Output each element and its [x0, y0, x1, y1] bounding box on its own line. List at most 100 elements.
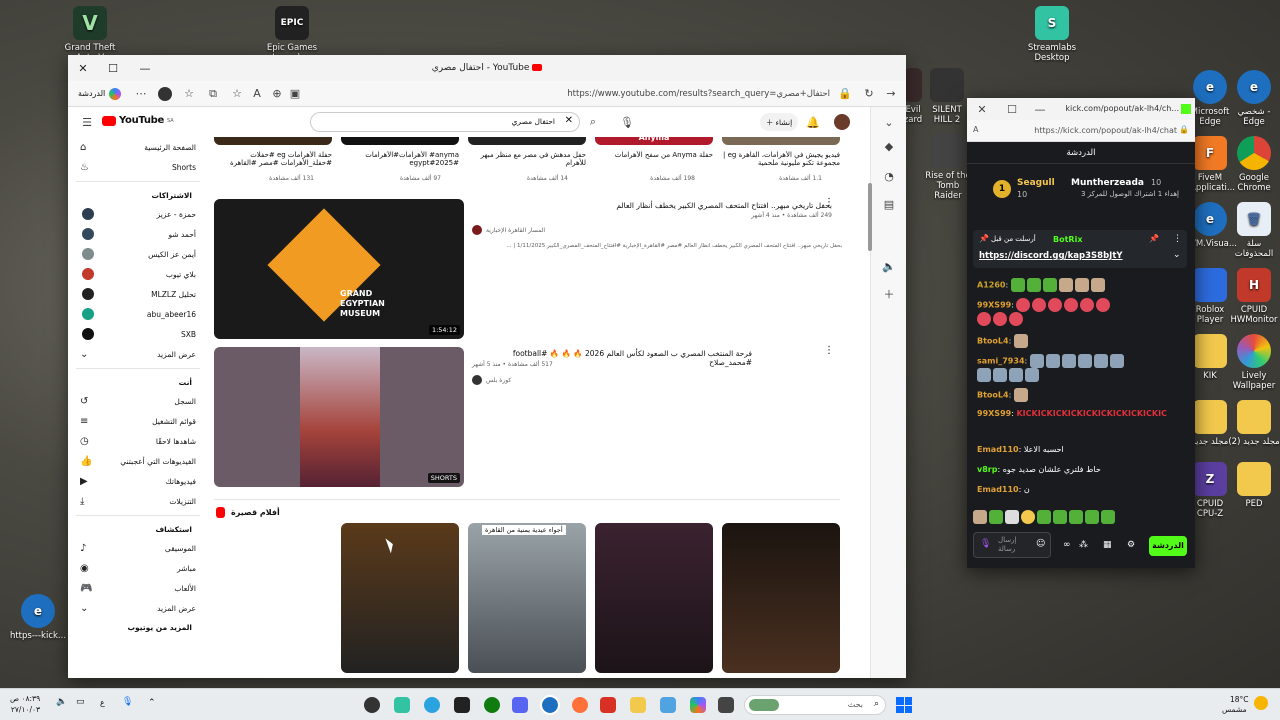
- zoom-icon[interactable]: ⊕: [268, 85, 286, 103]
- search-input[interactable]: احتفال مصري: [512, 117, 555, 126]
- account-avatar[interactable]: [834, 114, 850, 130]
- volume-icon[interactable]: 🔈: [56, 697, 67, 707]
- search-icon[interactable]: ⌕: [584, 113, 602, 131]
- desktop-icon-fivem[interactable]: F FiveM Applicati...: [1190, 136, 1235, 193]
- emote-icon[interactable]: [1021, 510, 1035, 524]
- tray-chevron-icon[interactable]: ⌃: [148, 698, 156, 708]
- edge-icon[interactable]: [540, 695, 560, 715]
- sidebar-item-channel[interactable]: أحمد شو: [68, 224, 208, 244]
- emote-icon[interactable]: [1101, 510, 1115, 524]
- profile-avatar[interactable]: [158, 86, 172, 101]
- channel-row[interactable]: المسار القاهرة الإخبارية: [472, 225, 832, 237]
- store-icon[interactable]: ▦: [1103, 540, 1112, 550]
- favorites-icon[interactable]: ☆: [180, 85, 198, 103]
- sidebar-item-shorts[interactable]: ♨ Shorts: [68, 157, 208, 177]
- voice-search-icon[interactable]: 🎙: [618, 113, 636, 131]
- you-heading[interactable]: أنت: [68, 373, 208, 391]
- clock[interactable]: ٠٨:٣٩ ص ٢٧/١٠/٠٣: [10, 693, 40, 715]
- desktop-icon-streamlabs[interactable]: S Streamlabs Desktop: [1020, 6, 1084, 63]
- refresh-icon[interactable]: ↻: [860, 85, 878, 103]
- sidebar-item-home[interactable]: ⌂ الصفحة الرئيسية: [68, 137, 208, 157]
- weather-widget[interactable]: 18°C مشمس: [1200, 693, 1280, 717]
- sidebar-item-channel[interactable]: أيمن عز الكيس: [68, 244, 208, 264]
- video-title[interactable]: بحفل تاريخي مبهر.. افتتاح المتحف المصري …: [472, 201, 832, 210]
- search-box[interactable]: احتفال مصري ✕: [310, 112, 580, 132]
- pin-icon[interactable]: 📌: [1149, 234, 1159, 243]
- streamlabs-icon[interactable]: [394, 697, 410, 713]
- desktop-icon-lively[interactable]: Lively Wallpaper: [1228, 334, 1280, 391]
- video-thumbnail[interactable]: [468, 137, 586, 145]
- search-field[interactable]: ⌕ بحث: [744, 695, 886, 715]
- copilot-icon[interactable]: ◆: [880, 137, 898, 155]
- games-icon[interactable]: ▤: [880, 195, 898, 213]
- xbox-icon[interactable]: [484, 697, 500, 713]
- copilot-icon[interactable]: [690, 697, 706, 713]
- obs-icon[interactable]: [364, 697, 380, 713]
- video-menu-icon[interactable]: ⋮: [824, 345, 834, 356]
- desktop-icon-kick-edge[interactable]: e https---kick...: [6, 594, 70, 641]
- chevron-down-icon[interactable]: ⌄: [880, 113, 898, 131]
- url-field[interactable]: https://kick.com/popout/ak-lh4/chat: [1034, 126, 1177, 135]
- maximize-button[interactable]: ☐: [1003, 100, 1021, 118]
- video-thumbnail-museum[interactable]: GRAND EGYPTIAN MUSEUM 1:54:12: [214, 199, 464, 339]
- video-title[interactable]: حفل مدهش في مصر مع منظر مبهر للأهرام: [468, 151, 586, 171]
- notifications-icon[interactable]: 🔔: [804, 113, 822, 131]
- video-menu-icon[interactable]: ⋮: [824, 197, 834, 208]
- short-thumbnail[interactable]: أجواء عيدية يمنية من القاهرة: [468, 523, 586, 673]
- video-title[interactable]: anyma# الأهرامات#الأهرامات #egypt#2025: [341, 151, 459, 171]
- emote-icon[interactable]: [1037, 510, 1051, 524]
- sidebar-item-downloads[interactable]: ⤓ التنزيلات: [68, 491, 208, 511]
- sidebar-item-channel[interactable]: SXB: [68, 324, 208, 344]
- read-aloud-icon[interactable]: A: [248, 85, 266, 103]
- short-thumbnail[interactable]: [341, 523, 459, 673]
- sidebar-item-watch-later[interactable]: ◷ شاهدها لاحقًا: [68, 431, 208, 451]
- url-field[interactable]: https://www.youtube.com/results?search_q…: [308, 85, 854, 103]
- desktop-icon-recycle[interactable]: 🗑 سلة المحذوفات: [1228, 202, 1280, 259]
- share-icon[interactable]: ⁂: [1079, 540, 1088, 550]
- desktop-icon-folder1[interactable]: مجلد جديد: [1190, 400, 1230, 447]
- clear-search-icon[interactable]: ✕: [565, 115, 573, 126]
- sidebar-item-channel[interactable]: MLZLZ تحليل: [68, 284, 208, 304]
- emote-icon[interactable]: [1069, 510, 1083, 524]
- sidebar-item-liked[interactable]: 👍 الفيديوهات التي أعجبتني: [68, 451, 208, 471]
- desktop-icon-silenthill[interactable]: SILENT HILL 2: [922, 68, 972, 125]
- read-aloud-icon[interactable]: A: [973, 125, 978, 134]
- chevron-down-icon[interactable]: ⌄: [1173, 250, 1181, 260]
- video-thumbnail[interactable]: [722, 137, 840, 145]
- file-explorer-icon[interactable]: [630, 697, 646, 713]
- desktop-icon-chrome[interactable]: Google Chrome: [1228, 136, 1280, 193]
- firefox-icon[interactable]: [572, 697, 588, 713]
- taskbar-app-icon[interactable]: [718, 697, 734, 713]
- youtube-logo[interactable]: YouTube SA: [102, 115, 174, 126]
- infinity-icon[interactable]: ∞: [1063, 540, 1071, 550]
- epic-games-icon[interactable]: [454, 697, 470, 713]
- video-thumbnail-football[interactable]: SHORTS: [214, 347, 464, 487]
- desktop-icon-cpuz[interactable]: Z CPUID CPU-Z: [1190, 462, 1230, 519]
- desktop-icon-kik[interactable]: KIK: [1190, 334, 1230, 381]
- pinned-message[interactable]: 📌 أرسلت من قبل BotRix 📌 ⋮ https://discor…: [973, 230, 1187, 268]
- sidebar-item-channel[interactable]: abu_abeer16: [68, 304, 208, 324]
- more-icon[interactable]: ⋮: [1173, 234, 1182, 244]
- emote-icon[interactable]: [989, 510, 1003, 524]
- chat-input[interactable]: 🎙 إرسال رسالة ☺: [973, 532, 1051, 558]
- subscriptions-heading[interactable]: الاشتراكات: [68, 186, 208, 204]
- sidebar-item-your-videos[interactable]: ▶ فيديوهاتك: [68, 471, 208, 491]
- emote-icon[interactable]: [1085, 510, 1099, 524]
- star-icon[interactable]: ☆: [228, 85, 246, 103]
- sidebar-item-show-more[interactable]: ⌄ عرض المزيد: [68, 598, 208, 618]
- lang-indicator[interactable]: ع: [100, 698, 105, 707]
- sidebar-item-history[interactable]: ↺ السجل: [68, 391, 208, 411]
- gear-icon[interactable]: ⚙: [1127, 540, 1135, 550]
- channel-row[interactable]: كورة بلس: [472, 375, 672, 387]
- send-button[interactable]: الدردشة: [1149, 536, 1187, 556]
- discord-icon[interactable]: [512, 697, 528, 713]
- close-button[interactable]: ✕: [973, 100, 991, 118]
- emote-icon[interactable]: [1005, 510, 1019, 524]
- desktop-icon-msedge[interactable]: e Microsoft Edge: [1190, 70, 1230, 127]
- sidebar-show-more[interactable]: ⌄ عرض المزيد: [68, 344, 208, 364]
- minimize-button[interactable]: —: [1031, 100, 1049, 118]
- desktop-icon-hwmonitor[interactable]: H CPUID HWMonitor: [1228, 268, 1280, 325]
- desktop-icon-edge-personal[interactable]: e شخصي - Edge: [1228, 70, 1280, 127]
- short-thumbnail[interactable]: [595, 523, 713, 673]
- sidebar-item-channel[interactable]: بلاي تيوب: [68, 264, 208, 284]
